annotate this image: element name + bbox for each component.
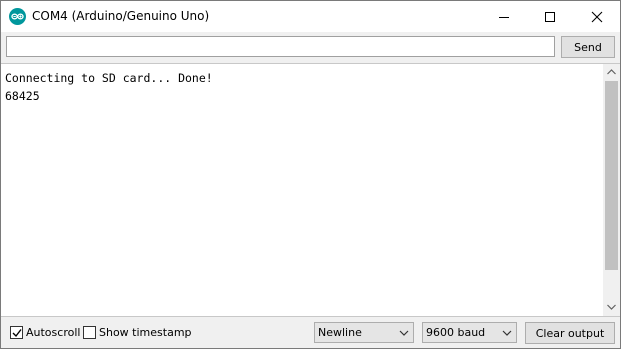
scroll-down-button[interactable]: [603, 299, 620, 316]
autoscroll-checkbox[interactable]: [10, 326, 23, 339]
baud-rate-value: 9600 baud: [426, 326, 486, 339]
close-icon: [591, 11, 603, 23]
title-bar[interactable]: COM4 (Arduino/Genuino Uno): [1, 1, 620, 32]
scroll-thumb[interactable]: [605, 81, 618, 270]
minimize-button[interactable]: [481, 1, 527, 32]
vertical-scrollbar[interactable]: [603, 64, 620, 316]
maximize-icon: [545, 12, 555, 22]
send-bar: Send: [1, 32, 620, 63]
clear-output-button[interactable]: Clear output: [525, 322, 615, 344]
send-button[interactable]: Send: [561, 36, 615, 58]
chevron-down-icon: [502, 330, 512, 336]
show-timestamp-checkbox[interactable]: [83, 326, 96, 339]
arduino-logo-icon: [9, 8, 26, 25]
serial-output[interactable]: Connecting to SD card... Done! 68425: [1, 63, 620, 317]
maximize-button[interactable]: [527, 1, 573, 32]
chevron-down-icon: [399, 330, 409, 336]
window-title: COM4 (Arduino/Genuino Uno): [32, 9, 210, 23]
output-line: Connecting to SD card... Done!: [5, 71, 213, 85]
bottom-bar: Autoscroll Show timestamp Newline 9600 b…: [1, 317, 620, 348]
chevron-up-icon: [607, 69, 616, 75]
show-timestamp-label[interactable]: Show timestamp: [99, 326, 192, 339]
line-ending-select[interactable]: Newline: [314, 322, 414, 343]
baud-rate-select[interactable]: 9600 baud: [422, 322, 517, 343]
chevron-down-icon: [607, 304, 616, 310]
output-text: Connecting to SD card... Done! 68425: [5, 69, 213, 105]
scroll-up-button[interactable]: [603, 64, 620, 81]
minimize-icon: [499, 17, 509, 18]
serial-monitor-window: COM4 (Arduino/Genuino Uno) Send Connecti…: [0, 0, 621, 349]
output-line: 68425: [5, 89, 40, 103]
send-input[interactable]: [6, 36, 555, 57]
close-button[interactable]: [574, 1, 620, 32]
autoscroll-label[interactable]: Autoscroll: [26, 326, 80, 339]
checkmark-icon: [12, 329, 22, 338]
line-ending-value: Newline: [318, 326, 362, 339]
